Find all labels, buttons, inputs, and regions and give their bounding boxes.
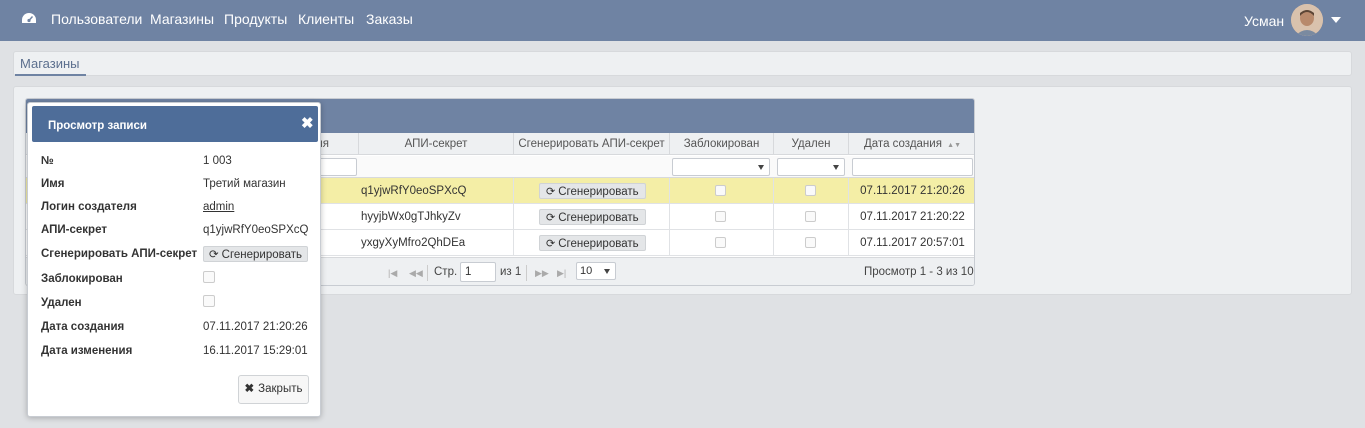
value-created: 07.11.2017 21:20:26	[203, 321, 308, 333]
close-icon: ✖	[244, 383, 255, 395]
cell-created: 07.11.2017 20:57:01	[860, 237, 965, 249]
chevron-down-icon	[604, 269, 610, 274]
generate-button-label: Сгенерировать	[221, 249, 303, 261]
cell-blocked	[670, 178, 774, 204]
col-deleted[interactable]: Удален	[774, 133, 849, 155]
nav-users[interactable]: Пользователи	[51, 11, 142, 27]
col-api-secret[interactable]: АПИ-секрет	[359, 133, 514, 155]
generate-button[interactable]: ⟳ Сгенерировать	[539, 209, 646, 225]
dashboard-icon[interactable]	[21, 12, 37, 26]
generate-button[interactable]: ⟳ Сгенерировать	[203, 246, 309, 262]
prev-page-icon[interactable]: ◀◀	[409, 268, 423, 279]
close-icon[interactable]: ✖	[301, 114, 314, 132]
refresh-icon: ⟳	[546, 186, 556, 198]
deleted-checkbox[interactable]	[805, 211, 816, 222]
cell-api-secret: yxgyXyMfro2QhDEa	[359, 230, 514, 256]
chevron-down-icon	[758, 165, 764, 170]
generate-button[interactable]: ⟳ Сгенерировать	[539, 183, 646, 199]
cell-generate: ⟳ Сгенерировать	[514, 204, 670, 230]
value-number: 1 003	[203, 155, 232, 167]
user-name[interactable]: Усман	[1244, 13, 1284, 29]
nav-orders[interactable]: Заказы	[366, 11, 413, 27]
rows-per-page-select[interactable]: 10	[576, 262, 616, 280]
blocked-checkbox[interactable]	[203, 271, 215, 283]
blocked-checkbox[interactable]	[715, 211, 726, 222]
pager-divider	[526, 265, 527, 281]
avatar-image	[1291, 4, 1323, 36]
cell-created: 07.11.2017 21:20:26	[860, 185, 965, 197]
col-blocked[interactable]: Заблокирован	[670, 133, 774, 155]
cell-blocked	[670, 230, 774, 256]
value-name: Третий магазин	[203, 178, 286, 190]
generate-button-label: Сгенерировать	[558, 212, 639, 224]
label-generate-secret: Сгенерировать АПИ-секрет	[41, 248, 198, 260]
page-number-input[interactable]: 1	[460, 262, 496, 282]
label-creator-login: Логин создателя	[41, 201, 137, 213]
next-page-icon[interactable]: ▶▶	[535, 268, 549, 279]
nav-products[interactable]: Продукты	[224, 11, 287, 27]
tab-shops[interactable]: Магазины	[15, 52, 86, 76]
label-created: Дата создания	[41, 321, 125, 333]
cell-api-secret: q1yjwRfY0eoSPXcQ	[359, 178, 514, 204]
chevron-down-icon	[833, 165, 839, 170]
filter-deleted-select[interactable]	[777, 158, 845, 176]
deleted-checkbox[interactable]	[805, 185, 816, 196]
generate-button[interactable]: ⟳ Сгенерировать	[539, 235, 646, 251]
close-button[interactable]: ✖ Закрыть	[238, 375, 309, 404]
creator-login-link[interactable]: admin	[203, 201, 234, 213]
pager-divider	[427, 265, 428, 281]
col-created[interactable]: Дата создания ▲▼	[849, 133, 974, 155]
records-summary: Просмотр 1 - 3 из 10	[864, 266, 974, 278]
first-page-icon[interactable]: |◀	[388, 268, 397, 279]
label-name: Имя	[41, 178, 65, 190]
cell-deleted	[774, 230, 849, 256]
generate-button-label: Сгенерировать	[558, 238, 639, 250]
user-menu-chevron-down-icon[interactable]	[1331, 17, 1341, 23]
dialog-header: Просмотр записи ✖	[32, 106, 318, 142]
filter-created[interactable]	[852, 158, 973, 176]
label-api-secret: АПИ-секрет	[41, 224, 107, 236]
last-page-icon[interactable]: ▶|	[557, 268, 566, 279]
nav-shops[interactable]: Магазины	[150, 11, 214, 27]
value-api-secret: q1yjwRfY0eoSPXcQ	[203, 224, 309, 236]
deleted-checkbox[interactable]	[805, 237, 816, 248]
nav-clients[interactable]: Клиенты	[298, 11, 354, 27]
rows-per-page-value: 10	[580, 265, 593, 277]
cell-created: 07.11.2017 21:20:22	[860, 211, 965, 223]
cell-deleted	[774, 204, 849, 230]
tab-bar: Магазины	[13, 51, 1352, 76]
filter-blocked-select[interactable]	[672, 158, 770, 176]
label-blocked: Заблокирован	[41, 273, 123, 285]
cell-generate: ⟳ Сгенерировать	[514, 230, 670, 256]
avatar[interactable]	[1291, 4, 1323, 36]
cell-generate: ⟳ Сгенерировать	[514, 178, 670, 204]
col-created-label: Дата создания	[864, 138, 942, 150]
page-total: из 1	[500, 266, 522, 278]
sort-icon: ▲▼	[947, 142, 961, 149]
page-label: Стр.	[434, 266, 458, 278]
refresh-icon: ⟳	[546, 212, 556, 224]
cell-api-secret: hyyjbWx0gTJhkyZv	[359, 204, 514, 230]
blocked-checkbox[interactable]	[715, 237, 726, 248]
view-record-dialog: Просмотр записи ✖ № 1 003 Имя Третий маг…	[27, 102, 321, 417]
refresh-icon: ⟳	[209, 249, 219, 261]
dialog-title: Просмотр записи	[48, 120, 147, 132]
label-deleted: Удален	[41, 297, 82, 309]
label-modified: Дата изменения	[41, 345, 133, 357]
label-number: №	[41, 155, 54, 167]
col-generate-secret[interactable]: Сгенерировать АПИ-секрет	[514, 133, 670, 155]
top-navbar: Пользователи Магазины Продукты Клиенты З…	[0, 0, 1365, 41]
cell-blocked	[670, 204, 774, 230]
blocked-checkbox[interactable]	[715, 185, 726, 196]
generate-button-label: Сгенерировать	[558, 186, 639, 198]
value-modified: 16.11.2017 15:29:01	[203, 345, 308, 357]
close-button-label: Закрыть	[258, 383, 303, 395]
refresh-icon: ⟳	[546, 238, 556, 250]
deleted-checkbox[interactable]	[203, 295, 215, 307]
cell-deleted	[774, 178, 849, 204]
